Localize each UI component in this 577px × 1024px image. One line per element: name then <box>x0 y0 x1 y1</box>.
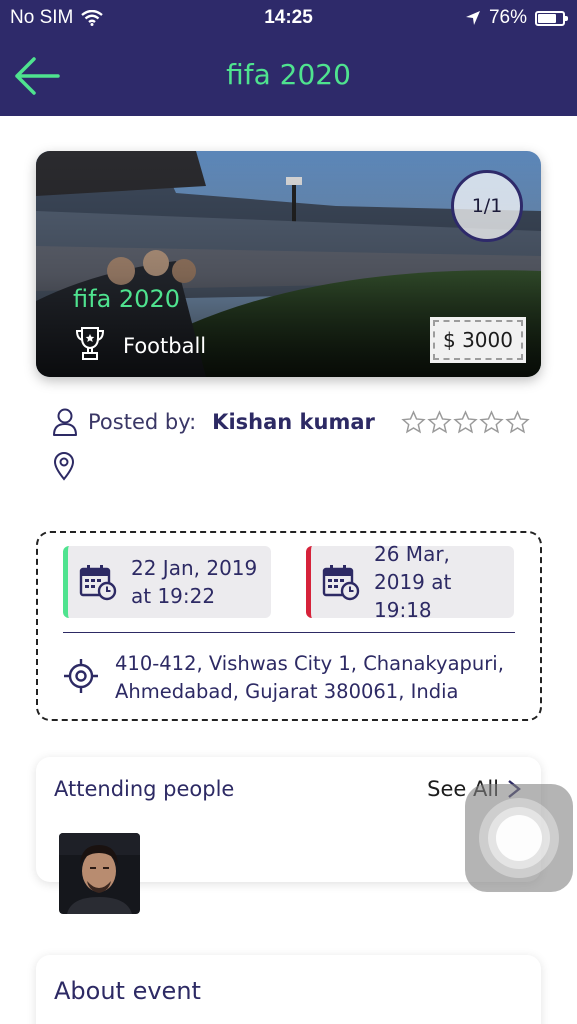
battery-percent: 76% <box>488 7 527 28</box>
end-date-line2: 2019 at 19:18 <box>374 570 452 622</box>
about-event-card: About event <box>36 955 541 1024</box>
calendar-clock-icon <box>79 565 117 601</box>
assistive-touch-ring-inner <box>488 807 550 869</box>
event-title: fifa 2020 <box>73 285 180 313</box>
rating-stars[interactable] <box>401 410 530 435</box>
location-target-icon <box>64 659 98 693</box>
calendar-clock-icon <box>322 565 360 601</box>
assistive-touch-button[interactable] <box>465 784 573 892</box>
start-date-card: 22 Jan, 2019 at 19:22 <box>63 546 271 618</box>
star-icon[interactable] <box>427 410 452 435</box>
user-icon <box>53 408 77 436</box>
price-badge: $ 3000 <box>430 317 526 363</box>
divider <box>63 632 515 633</box>
end-date-line1: 26 Mar, <box>374 542 450 566</box>
end-date-card: 26 Mar, 2019 at 19:18 <box>306 542 514 622</box>
poster-name[interactable]: Kishan kumar <box>212 410 375 434</box>
attendee-avatar[interactable] <box>59 833 140 914</box>
map-pin-icon[interactable] <box>52 451 76 481</box>
address-line2: Ahmedabad, Gujarat 380061, India <box>115 680 459 703</box>
posted-by-row: Posted by: Kishan kumar <box>52 408 375 436</box>
image-page-indicator: 1/1 <box>451 170 523 242</box>
battery-icon <box>535 10 568 26</box>
assistive-touch-center <box>496 815 542 861</box>
start-date-text: 22 Jan, 2019 at 19:22 <box>131 554 257 610</box>
attending-title: Attending people <box>54 777 235 801</box>
star-icon[interactable] <box>505 410 530 435</box>
status-bar: No SIM 14:25 76% <box>0 0 577 36</box>
star-icon[interactable] <box>479 410 504 435</box>
assistive-touch-ring-outer <box>479 798 559 878</box>
end-date-text: 26 Mar, 2019 at 19:18 <box>374 540 514 624</box>
event-address[interactable]: 410-412, Vishwas City 1, Chanakyapuri, A… <box>115 650 535 706</box>
star-icon[interactable] <box>401 410 426 435</box>
trophy-icon <box>75 327 105 360</box>
status-right: 76% <box>465 7 568 29</box>
event-details-box: 22 Jan, 2019 at 19:22 26 Mar, 2019 at 19… <box>36 531 542 721</box>
event-category: Football <box>123 334 207 358</box>
about-title: About event <box>54 977 201 1005</box>
star-icon[interactable] <box>453 410 478 435</box>
posted-by-label: Posted by: <box>88 410 197 434</box>
event-hero-card[interactable]: fifa 2020 Football 1/1 $ 3000 <box>36 151 541 377</box>
page-title: fifa 2020 <box>226 58 351 91</box>
location-arrow-icon <box>465 11 480 25</box>
start-date-line2: at 19:22 <box>131 584 216 608</box>
start-date-line1: 22 Jan, 2019 <box>131 556 258 580</box>
address-line1: 410-412, Vishwas City 1, Chanakyapuri, <box>115 652 504 675</box>
nav-bar: fifa 2020 <box>0 36 577 116</box>
